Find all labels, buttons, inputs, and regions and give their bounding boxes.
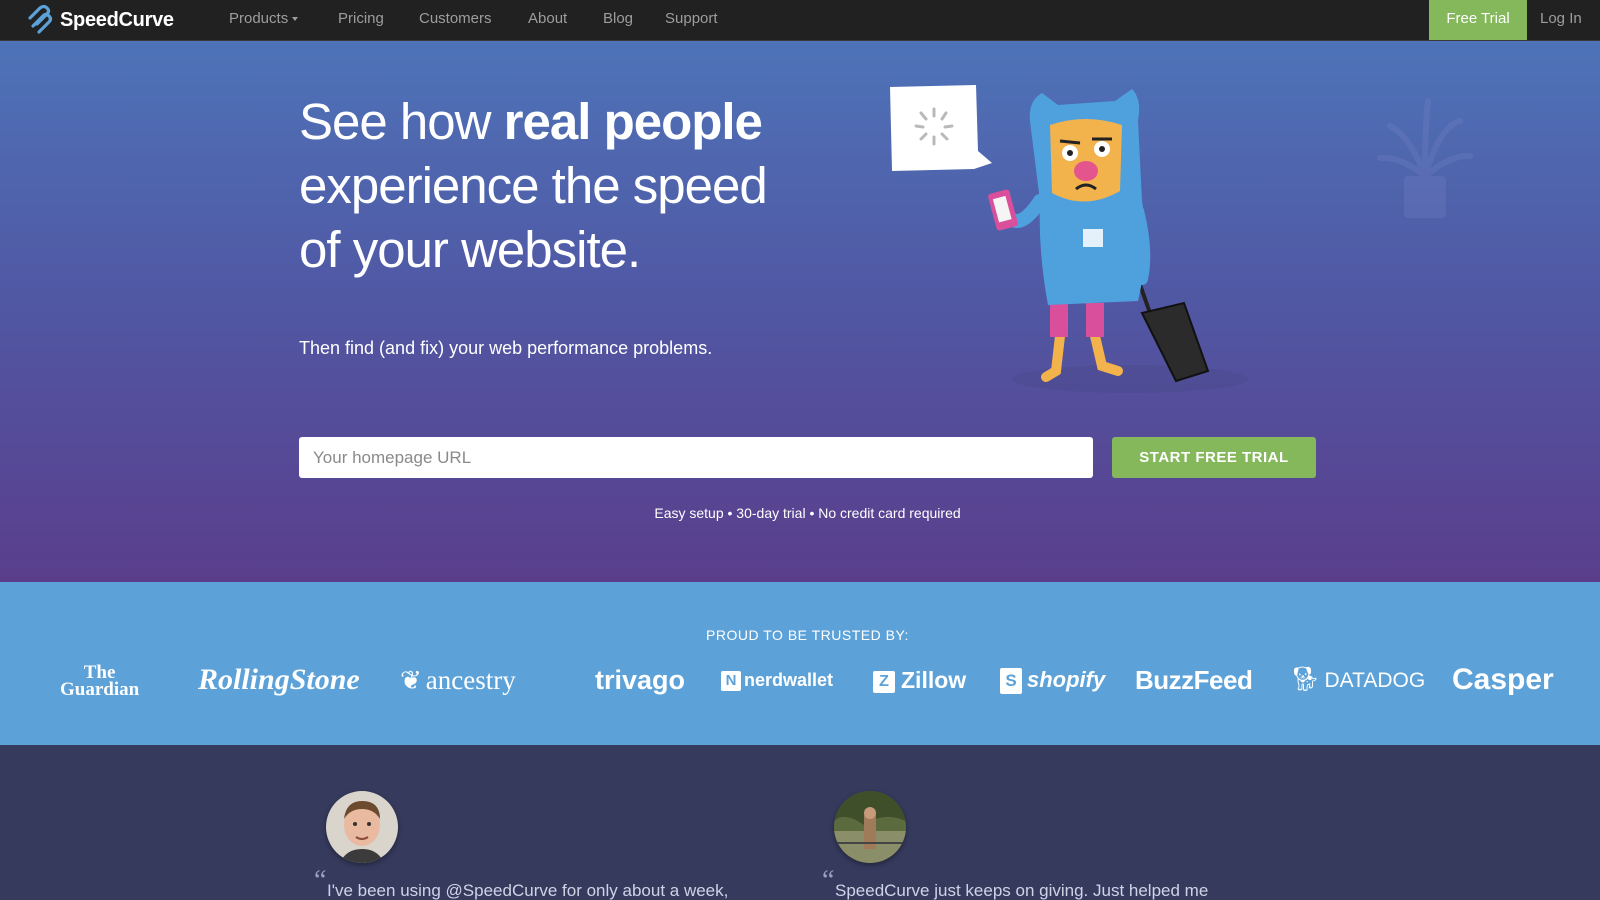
headline-line-3: of your website. [299, 221, 641, 278]
rollingstone-logo: RollingStone [198, 663, 360, 696]
brand-name: SpeedCurve [60, 8, 174, 31]
waiting-traveler-illustration [890, 85, 1248, 393]
nerdwallet-n-icon: N [721, 671, 741, 692]
quote-icon: “ [822, 865, 835, 896]
ancestry-logo: ❦ ancestry [400, 660, 516, 700]
zillow-wordmark: Zillow [901, 667, 967, 693]
guardian-line-2: Guardian [60, 679, 140, 700]
trusted-by-title: PROUD TO BE TRUSTED BY: [706, 627, 909, 643]
nerdwallet-wordmark: nerdwallet [744, 670, 834, 690]
hero-section: See how real people experience the speed… [0, 41, 1600, 582]
nav-pricing[interactable]: Pricing [338, 0, 384, 40]
client-logos: The Guardian RollingStone ❦ ancestry triv… [60, 660, 1560, 700]
shopify-wordmark: shopify [1027, 667, 1106, 692]
trusted-by-section: PROUD TO BE TRUSTED BY: The Guardian Rol… [0, 582, 1600, 745]
start-free-trial-button[interactable]: START FREE TRIAL [1112, 437, 1316, 478]
datadog-dog-icon: 🐕︎ [1290, 666, 1321, 693]
nav-support[interactable]: Support [665, 0, 718, 40]
casper-logo: Casper [1452, 663, 1554, 696]
speedcurve-logo-icon [28, 4, 53, 34]
free-trial-button[interactable]: Free Trial [1429, 0, 1527, 40]
hero-subhead: Then find (and fix) your web performance… [299, 338, 713, 358]
login-link[interactable]: Log In [1540, 0, 1582, 40]
datadog-logo: 🐕︎ DATADOG [1290, 660, 1425, 700]
headline-text: See how [299, 93, 504, 150]
testimonial-quote-1: I've been using @SpeedCurve for only abo… [327, 881, 729, 900]
nav-about[interactable]: About [528, 0, 567, 40]
headline-emphasis: real people [503, 93, 763, 150]
hero-headline: See how real people experience the speed… [299, 90, 819, 282]
top-navbar: SpeedCurve Products Pricing Customers Ab… [0, 0, 1600, 41]
shopify-logo: Sshopify [1000, 660, 1105, 700]
avatar [834, 791, 906, 863]
ancestry-leaf-icon: ❦ [400, 666, 422, 695]
testimonial-quote-2: SpeedCurve just keeps on giving. Just he… [835, 881, 1209, 900]
quote-icon: “ [314, 865, 327, 896]
brand-logo[interactable]: SpeedCurve [24, 4, 174, 36]
ancestry-wordmark: ancestry [425, 665, 516, 695]
headline-line-2: experience the speed [299, 157, 768, 214]
guardian-logo: The Guardian [60, 663, 140, 704]
datadog-wordmark: DATADOG [1324, 669, 1426, 692]
nerdwallet-logo: Nnerdwallet [721, 660, 833, 700]
plant-icon [1377, 98, 1473, 218]
zillow-logo: Z Zillow [873, 660, 966, 700]
trial-fine-print: Easy setup • 30-day trial • No credit ca… [654, 505, 961, 521]
testimonials-section: “ I've been using @SpeedCurve for only a… [0, 745, 1600, 900]
trivago-logo: trivago [595, 665, 686, 695]
shopify-bag-icon: S [1000, 668, 1022, 695]
zillow-z-icon: Z [873, 670, 895, 693]
homepage-url-input[interactable] [299, 437, 1093, 478]
avatar-photo [326, 791, 398, 863]
nav-products-label: Products [229, 10, 289, 27]
nav-products[interactable]: Products [229, 0, 299, 40]
avatar [326, 791, 398, 863]
buzzfeed-logo: BuzzFeed [1135, 665, 1253, 695]
nav-customers[interactable]: Customers [419, 0, 492, 40]
chevron-down-icon [292, 17, 299, 22]
avatar-photo [834, 791, 906, 863]
nav-blog[interactable]: Blog [603, 0, 633, 40]
